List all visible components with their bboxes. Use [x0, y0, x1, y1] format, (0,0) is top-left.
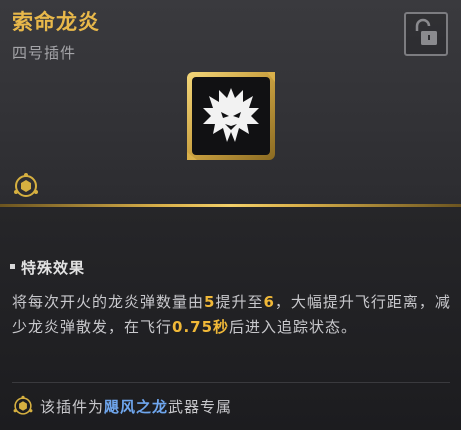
weapon-name-link[interactable]: 飓风之龙 [104, 398, 168, 416]
plugin-detail-card: 索命龙炎 四号插件 特殊效果 将每次开火的龙炎弹数量由5提升至6，大幅提升飞行距… [0, 0, 461, 430]
plugin-slot-label: 四号插件 [12, 44, 77, 62]
weapon-exclusive-note: 该插件为飓风之龙武器专属 [12, 394, 232, 420]
plugin-type-icon [13, 395, 33, 415]
exclusive-suffix: 武器专属 [168, 398, 233, 416]
lock-toggle-button[interactable] [404, 12, 448, 56]
desc-value-time: 0.75秒 [172, 318, 230, 336]
unlock-icon [415, 18, 437, 45]
desc-text: 提升至 [215, 293, 264, 311]
plugin-title: 索命龙炎 [12, 10, 100, 34]
effect-description: 将每次开火的龙炎弹数量由5提升至6，大幅提升飞行距离，减少龙炎弹散发，在飞行0.… [12, 290, 452, 340]
desc-text: 后进入追踪状态。 [229, 318, 358, 336]
plugin-type-icon [14, 173, 38, 197]
heading-bullet [10, 264, 15, 269]
special-effect-heading: 特殊效果 [10, 257, 85, 278]
desc-value-from: 5 [204, 293, 216, 311]
desc-value-to: 6 [263, 293, 275, 311]
special-effect-heading-text: 特殊效果 [21, 259, 86, 277]
desc-text: 将每次开火的龙炎弹数量由 [12, 293, 205, 311]
dragon-emblem-icon [187, 72, 275, 160]
section-divider [12, 382, 450, 383]
exclusive-prefix: 该插件为 [40, 398, 105, 416]
